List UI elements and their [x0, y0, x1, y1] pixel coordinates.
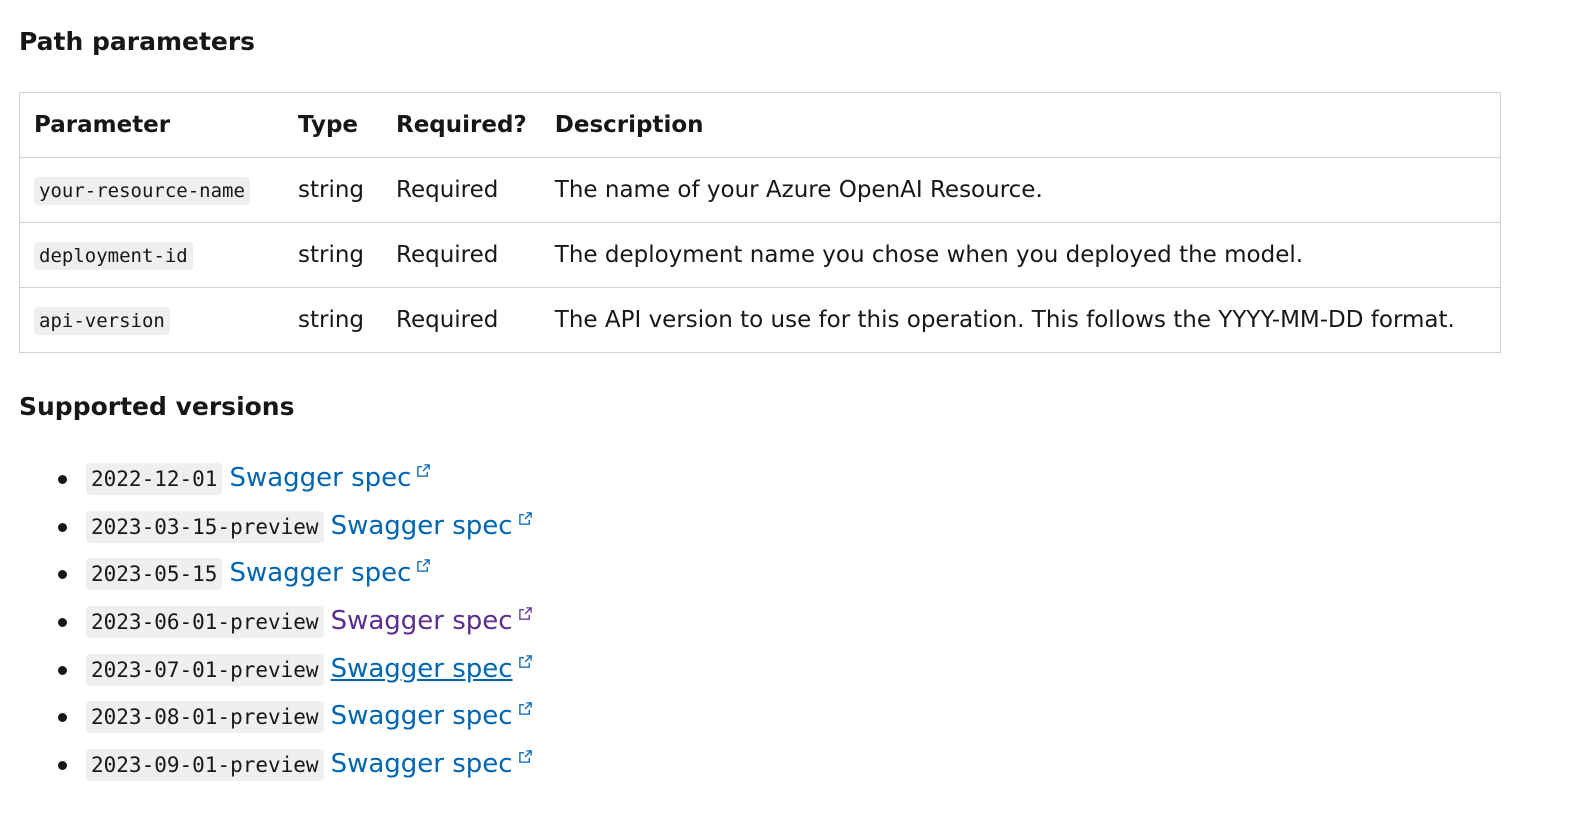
- link-label: Swagger spec: [330, 749, 513, 780]
- cell-required: Required: [382, 157, 541, 223]
- path-parameters-table: Parameter Type Required? Description you…: [19, 92, 1501, 353]
- parameter-code: your-resource-name: [34, 177, 250, 205]
- swagger-spec-link[interactable]: Swagger spec: [331, 701, 533, 731]
- version-code: 2023-05-15: [86, 558, 223, 591]
- bullet: [58, 713, 67, 723]
- version-code: 2023-09-01-preview: [86, 749, 324, 782]
- table-row: deployment-id string Required The deploy…: [19, 222, 1501, 288]
- list-item: 2023-06-01-preview Swagger spec: [58, 598, 533, 646]
- cell-description: The API version to use for this operatio…: [554, 307, 1455, 333]
- swagger-spec-link[interactable]: Swagger spec: [229, 558, 431, 588]
- link-label: Swagger spec: [229, 463, 412, 493]
- swagger-spec-link[interactable]: Swagger spec: [331, 511, 533, 541]
- parameter-code: api-version: [34, 307, 170, 335]
- supported-versions-heading: Supported versions: [19, 392, 295, 421]
- link-label: Swagger spec: [330, 510, 513, 541]
- link-label: Swagger spec: [330, 653, 513, 684]
- list-item: 2023-05-15 Swagger spec: [58, 550, 533, 598]
- version-code: 2023-08-01-preview: [86, 701, 324, 734]
- swagger-spec-link[interactable]: Swagger spec: [331, 749, 533, 779]
- swagger-spec-link[interactable]: Swagger spec: [229, 463, 431, 493]
- external-link-icon: [518, 702, 532, 716]
- cell-required: Required: [396, 307, 499, 333]
- header-type: Type: [284, 92, 382, 158]
- cell-parameter: your-resource-name: [19, 157, 284, 223]
- version-code: 2022-12-01: [86, 463, 223, 495]
- link-label: Swagger spec: [229, 558, 412, 589]
- parameter-code: deployment-id: [34, 242, 193, 270]
- bullet: [58, 475, 67, 484]
- list-item: 2023-08-01-preview Swagger spec: [58, 693, 533, 741]
- external-link-icon: [518, 511, 532, 525]
- doc-page: Path parameters Parameter Type Required?…: [0, 0, 1578, 833]
- header-parameter: Parameter: [19, 92, 284, 158]
- bullet: [58, 522, 67, 532]
- external-link-icon: [518, 750, 532, 763]
- versions-list: 2022-12-01 Swagger spec 2023-03-15-previe…: [0, 455, 533, 789]
- link-label: Swagger spec: [330, 701, 513, 732]
- bullet: [58, 761, 67, 771]
- cell-type: string: [284, 222, 382, 288]
- link-label: Swagger spec: [330, 606, 513, 637]
- external-link-icon: [518, 607, 532, 620]
- list-item: 2022-12-01 Swagger spec: [58, 455, 533, 503]
- table-row: api-version string Required The API vers…: [20, 288, 1501, 353]
- list-item: 2023-07-01-preview Swagger spec: [58, 646, 533, 694]
- cell-description: The deployment name you chose when you d…: [540, 222, 1501, 288]
- cell-parameter: deployment-id: [19, 222, 284, 288]
- list-item: 2023-09-01-preview Swagger spec: [58, 741, 533, 789]
- bullet: [58, 570, 67, 580]
- external-link-icon: [417, 559, 431, 573]
- path-parameters-heading: Path parameters: [19, 27, 256, 56]
- cell-required: Required: [382, 222, 541, 288]
- bullet: [58, 665, 67, 675]
- bullet: [58, 618, 67, 628]
- table-row: your-resource-name string Required The n…: [19, 157, 1501, 223]
- external-link-icon: [417, 464, 431, 477]
- table-header-row: Parameter Type Required? Description: [19, 92, 1501, 158]
- list-item: 2023-03-15-preview Swagger spec: [58, 503, 533, 551]
- version-code: 2023-07-01-preview: [86, 653, 324, 686]
- cell-description: The name of your Azure OpenAI Resource.: [540, 157, 1501, 223]
- swagger-spec-link[interactable]: Swagger spec: [331, 654, 533, 684]
- cell-parameter: api-version: [20, 288, 285, 353]
- external-link-icon: [518, 654, 532, 668]
- header-description: Description: [540, 92, 1501, 158]
- version-code: 2023-03-15-preview: [86, 510, 324, 543]
- cell-type: string: [298, 307, 365, 333]
- swagger-spec-link[interactable]: Swagger spec: [331, 606, 533, 636]
- header-required: Required?: [382, 92, 541, 158]
- version-code: 2023-06-01-preview: [86, 606, 324, 639]
- cell-type: string: [284, 157, 382, 223]
